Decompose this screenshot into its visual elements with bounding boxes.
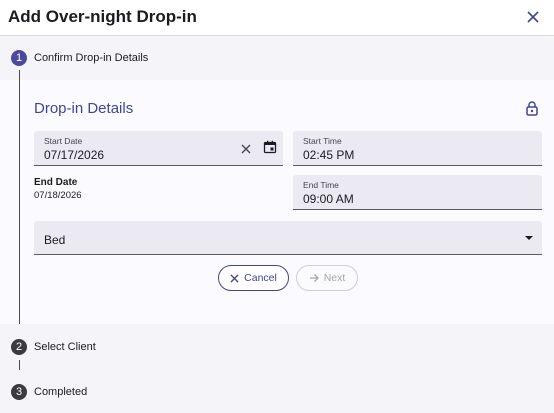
lock-icon[interactable] <box>524 100 540 116</box>
step-number-2: 2 <box>11 339 27 355</box>
calendar-icon[interactable] <box>263 140 277 154</box>
step-label-3: Completed <box>34 386 88 398</box>
dialog-header: Add Over-night Drop-in <box>0 0 554 36</box>
end-time-label: End Time <box>303 180 339 190</box>
arrow-right-icon <box>309 274 319 282</box>
step-completed[interactable]: 3 Completed <box>0 380 554 404</box>
step-number-1: 1 <box>11 50 27 66</box>
step-label-2: Select Client <box>34 341 96 353</box>
step-number-3: 3 <box>11 384 27 400</box>
close-icon <box>230 273 239 283</box>
dialog-title: Add Over-night Drop-in <box>8 7 197 26</box>
step-select-client[interactable]: 2 Select Client <box>0 335 554 359</box>
step-confirm-details[interactable]: 1 Confirm Drop-in Details <box>0 46 554 70</box>
start-time-value: 02:45 PM <box>303 148 355 162</box>
start-date-label: Start Date <box>44 136 83 146</box>
close-icon <box>527 11 539 23</box>
start-time-label: Start Time <box>303 136 342 146</box>
step-connector-1-inner <box>19 80 20 324</box>
start-date-value: 07/17/2026 <box>44 148 105 162</box>
next-label: Next <box>323 272 346 284</box>
end-date-value: 07/18/2026 <box>34 190 82 201</box>
close-button[interactable] <box>522 6 544 28</box>
next-button[interactable]: Next <box>296 265 358 291</box>
end-date-label: End Date <box>34 177 78 188</box>
bed-select-value: Bed <box>44 233 66 247</box>
step-label-1: Confirm Drop-in Details <box>34 52 149 64</box>
start-date-field[interactable]: Start Date 07/17/2026 <box>34 131 283 166</box>
step-connector-2 <box>19 360 20 370</box>
section-title: Drop-in Details <box>34 100 134 117</box>
end-time-value: 09:00 AM <box>303 192 354 206</box>
cancel-label: Cancel <box>244 272 277 284</box>
cancel-button[interactable]: Cancel <box>218 265 289 291</box>
chevron-down-icon <box>525 236 533 240</box>
end-time-field[interactable]: End Time 09:00 AM <box>293 175 542 210</box>
clear-icon[interactable] <box>239 142 253 156</box>
start-time-field[interactable]: Start Time 02:45 PM <box>293 131 542 166</box>
bed-select[interactable]: Bed <box>34 221 542 255</box>
